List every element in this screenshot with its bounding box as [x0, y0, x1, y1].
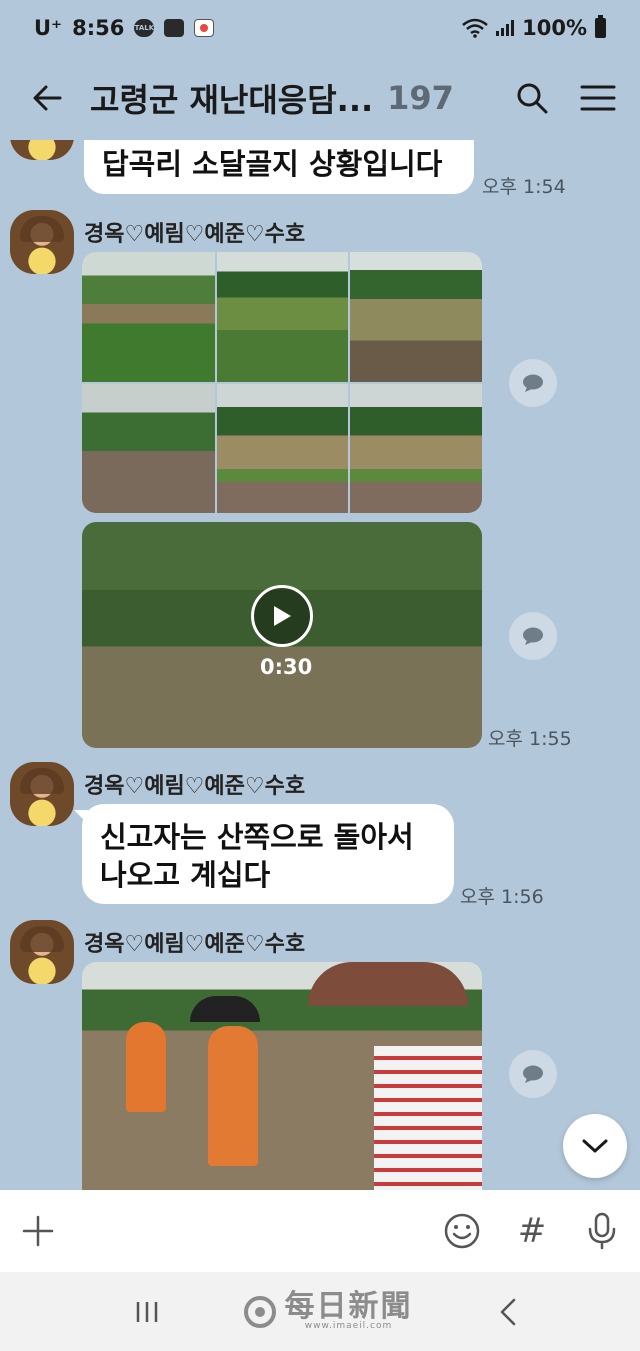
plus-icon [22, 1215, 54, 1247]
share-button[interactable] [509, 1050, 557, 1098]
hashtag-button[interactable]: # [512, 1211, 552, 1251]
photo-thumbnail[interactable] [82, 962, 482, 1190]
map-notification-icon [194, 19, 215, 37]
mic-icon [588, 1212, 616, 1250]
message-input-bar: # [0, 1190, 640, 1272]
search-button[interactable] [512, 78, 552, 118]
hash-icon: # [517, 1211, 547, 1251]
system-nav-bar: 每日新聞 www.imaeil.com [0, 1272, 640, 1351]
watermark-logo-icon [243, 1295, 276, 1328]
emoji-icon [444, 1213, 480, 1249]
video-thumbnail[interactable]: 0:30 [82, 522, 482, 748]
back-button[interactable] [22, 73, 72, 123]
photo-thumbnail[interactable] [350, 252, 482, 382]
sender-name: 경옥♡예림♡예준♡수호 [84, 774, 306, 799]
share-icon [523, 1065, 543, 1083]
message-time: 오후 1:56 [460, 886, 544, 908]
chat-area[interactable]: 답곡리 소달골지 상황입니다 오후 1:54 경옥♡예림♡예준♡수호 0:30 … [0, 140, 640, 1190]
share-button[interactable] [509, 359, 557, 407]
avatar[interactable] [10, 762, 74, 826]
back-arrow-icon [33, 85, 62, 111]
message-time: 오후 1:54 [482, 176, 566, 198]
watermark-url: www.imaeil.com [304, 1321, 393, 1331]
message-bubble[interactable]: 신고자는 산쪽으로 돌아서 나오고 계십다 [74, 804, 454, 904]
photo-thumbnail[interactable] [82, 384, 215, 513]
message-bubble[interactable]: 답곡리 소달골지 상황입니다 [84, 140, 474, 194]
share-icon [523, 627, 543, 645]
message-text-line: 신고자는 산쪽으로 돌아서 [100, 820, 414, 854]
share-icon [523, 374, 543, 392]
message-text: 답곡리 소달골지 상황입니다 [102, 147, 443, 181]
sender-name: 경옥♡예림♡예준♡수호 [84, 932, 306, 957]
photo-thumbnail[interactable] [82, 252, 215, 382]
nav-back-button[interactable] [486, 1290, 530, 1334]
battery-percent: 100% [522, 16, 587, 40]
clock: 8:56 [72, 16, 125, 40]
attach-button[interactable] [18, 1211, 58, 1251]
chat-header: 고령군 재난대응담... 197 [0, 56, 640, 140]
battery-icon [595, 15, 606, 38]
recent-apps-button[interactable] [125, 1290, 169, 1334]
photo-thumbnail[interactable] [217, 384, 348, 513]
chat-title: 고령군 재난대응담... [90, 81, 374, 119]
message-text-line: 나오고 계십다 [100, 858, 271, 892]
watermark: 每日新聞 www.imaeil.com [243, 1292, 413, 1331]
play-button[interactable] [251, 585, 313, 647]
wifi-icon [462, 18, 488, 38]
play-icon [274, 606, 291, 626]
photo-thumbnail[interactable] [217, 252, 348, 382]
avatar[interactable] [10, 920, 74, 984]
status-bar: U⁺ 8:56 TALK 100% [0, 0, 640, 56]
chevron-down-icon [582, 1139, 608, 1153]
photo-thumbnail[interactable] [350, 384, 482, 513]
nav-back-icon [500, 1298, 516, 1325]
avatar[interactable] [10, 210, 74, 274]
member-count: 197 [387, 79, 454, 117]
video-duration: 0:30 [260, 655, 313, 679]
recent-apps-icon [136, 1301, 158, 1322]
talk-notification-icon: TALK [134, 19, 155, 37]
search-icon [517, 83, 548, 114]
emoji-button[interactable] [442, 1211, 482, 1251]
watermark-name: 每日新聞 [284, 1289, 413, 1324]
carrier-label: U⁺ [34, 16, 63, 40]
share-button[interactable] [509, 612, 557, 660]
sender-name: 경옥♡예림♡예준♡수호 [84, 222, 306, 247]
signal-icon [496, 20, 515, 36]
scroll-to-bottom-button[interactable] [563, 1114, 627, 1178]
gallery-notification-icon [164, 19, 185, 37]
menu-icon [580, 85, 616, 111]
avatar[interactable] [10, 140, 74, 160]
message-time: 오후 1:55 [488, 728, 572, 750]
voice-button[interactable] [582, 1211, 622, 1251]
menu-button[interactable] [578, 78, 618, 118]
